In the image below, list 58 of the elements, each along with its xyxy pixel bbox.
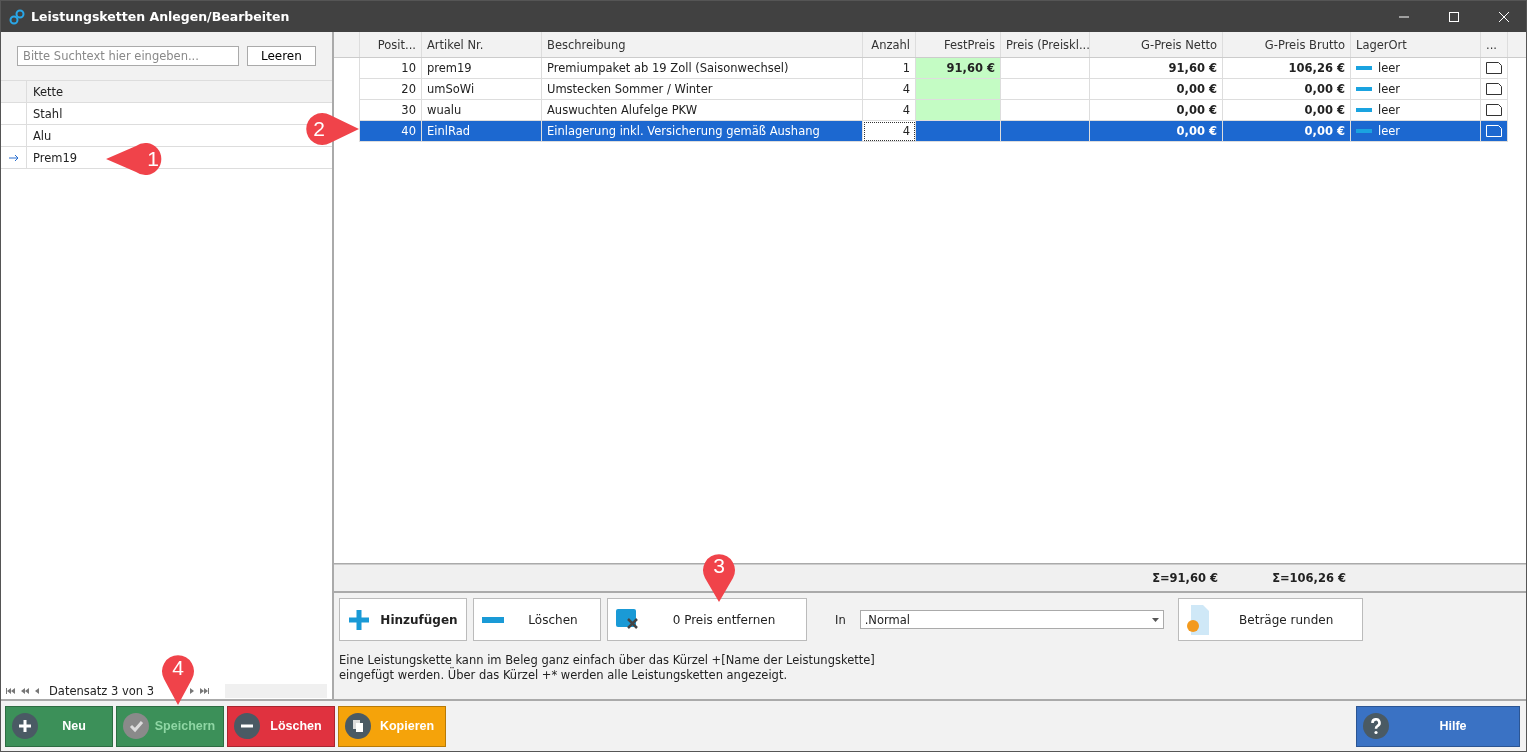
- new-button[interactable]: Neu: [5, 705, 113, 747]
- table-cell: 10: [360, 58, 422, 79]
- table-cell: 0,00 €: [1090, 79, 1223, 100]
- search-field[interactable]: Bitte Suchtext hier eingeben...: [17, 46, 239, 66]
- chain-list-item[interactable]: Stahl: [33, 106, 63, 121]
- table-cell[interactable]: 4: [863, 100, 916, 121]
- net-total: Σ=91,60 €: [1151, 571, 1219, 585]
- storage-text: leer: [1378, 82, 1401, 96]
- table-cell: 106,26 €: [1223, 58, 1351, 79]
- column-header[interactable]: Anzahl: [863, 32, 916, 57]
- add-button[interactable]: Hinzufügen: [339, 598, 467, 641]
- table-cell: 40: [360, 121, 422, 142]
- column-header[interactable]: LagerOrt: [1351, 32, 1481, 57]
- table-cell[interactable]: 4: [863, 121, 916, 142]
- record-counter: Datensatz 3 von 3: [49, 684, 155, 698]
- column-header[interactable]: Posit...: [360, 32, 422, 57]
- help-button[interactable]: Hilfe: [1356, 705, 1520, 747]
- price-level-dropdown[interactable]: .Normal: [859, 610, 1164, 629]
- price-level-label: In: [835, 612, 846, 627]
- storage-text: leer: [1378, 61, 1401, 75]
- table-cell: 91,60 €: [1090, 58, 1223, 79]
- column-header[interactable]: FestPreis: [916, 32, 1001, 57]
- window-title: Leistungsketten Anlegen/Bearbeiten: [31, 9, 291, 24]
- column-header[interactable]: Preis (Preiskl...: [1001, 32, 1090, 57]
- table-cell: EinlRad: [422, 121, 542, 142]
- table-cell: 91,60 €: [916, 58, 1001, 79]
- chain-list-item[interactable]: Alu: [33, 128, 52, 143]
- remove-button[interactable]: Löschen: [473, 598, 601, 641]
- table-cell: Einlagerung inkl. Versicherung gemäß Aushang: [542, 121, 863, 142]
- table-cell: wualu: [422, 100, 542, 121]
- column-header[interactable]: Beschreibung: [542, 32, 863, 57]
- delete-button[interactable]: Löschen: [227, 705, 335, 747]
- table-cell: 20: [360, 79, 422, 100]
- table-cell: 0,00 €: [1223, 79, 1351, 100]
- round-amounts-button[interactable]: Beträge runden: [1177, 598, 1363, 641]
- table-cell[interactable]: 1: [863, 58, 916, 79]
- column-header[interactable]: Artikel Nr.: [422, 32, 542, 57]
- table-cell: 30: [360, 100, 422, 121]
- remove-price-button[interactable]: 0 Preis entfernen: [607, 598, 807, 641]
- gross-total: Σ=106,26 €: [1271, 571, 1347, 585]
- column-header[interactable]: ...: [1481, 32, 1508, 57]
- table-cell: Auswuchten Alufelge PKW: [542, 100, 863, 121]
- chain-list-item[interactable]: Prem19: [33, 150, 78, 165]
- column-header[interactable]: G-Preis Netto: [1090, 32, 1223, 57]
- table-cell[interactable]: 4: [863, 79, 916, 100]
- table-cell: 0,00 €: [1090, 100, 1223, 121]
- table-cell: Premiumpaket ab 19 Zoll (Saisonwechsel): [542, 58, 863, 79]
- table-cell: Umstecken Sommer / Winter: [542, 79, 863, 100]
- hint-text: Eine Leistungskette kann im Beleg ganz einfach über das Kürzel +[Name der Leistungskette] eingefügt werden. Über das Kürzel +* werden alle Leistungsketten angezeigt.: [339, 653, 876, 683]
- table-cell: umSoWi: [422, 79, 542, 100]
- storage-text: leer: [1378, 103, 1401, 117]
- storage-text: leer: [1378, 124, 1401, 138]
- table-cell: 0,00 €: [1223, 121, 1351, 142]
- table-cell: 0,00 €: [1223, 100, 1351, 121]
- table-cell: prem19: [422, 58, 542, 79]
- clear-button[interactable]: Leeren: [246, 46, 316, 66]
- table-cell: 0,00 €: [1090, 121, 1223, 142]
- column-header[interactable]: G-Preis Brutto: [1223, 32, 1351, 57]
